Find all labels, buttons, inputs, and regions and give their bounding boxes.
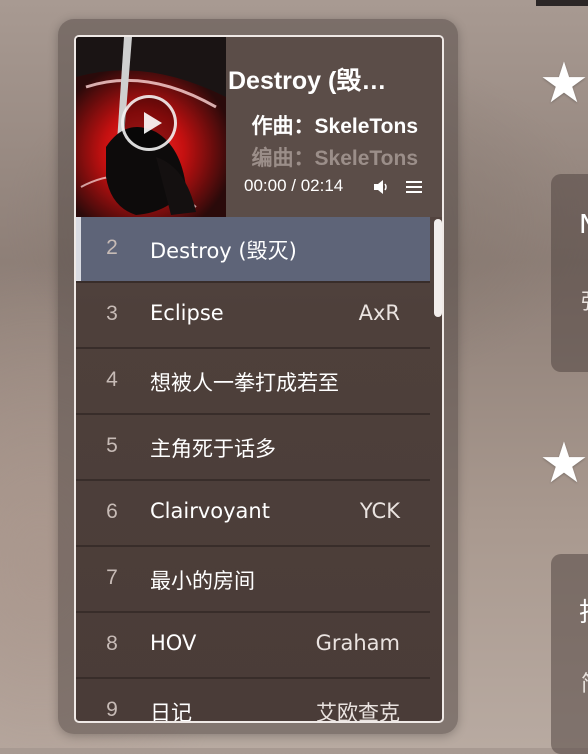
time-display: 00:00 / 02:14 bbox=[244, 176, 344, 195]
track-number: 4 bbox=[106, 368, 118, 391]
track-name: Eclipse bbox=[150, 301, 224, 325]
song-title: Destroy (毁… bbox=[228, 67, 387, 95]
track-name: Clairvoyant bbox=[150, 499, 270, 523]
star-icon[interactable]: ★ bbox=[538, 56, 588, 112]
arranger-label: 编曲：SkeleTons bbox=[251, 147, 418, 170]
album-cover[interactable] bbox=[76, 37, 226, 217]
composer-label: 作曲：SkeleTons bbox=[251, 115, 418, 138]
track-number: 9 bbox=[106, 698, 118, 721]
music-player: Destroy (毁… 作曲：SkeleTons 编曲：SkeleTons 00… bbox=[74, 35, 444, 723]
playlist-scrollbar[interactable] bbox=[434, 219, 442, 317]
side-card-2[interactable]: 找 简 bbox=[551, 554, 588, 754]
now-playing-header: Destroy (毁… 作曲：SkeleTons 编曲：SkeleTons 00… bbox=[76, 37, 442, 217]
track-name: 主角死于话多 bbox=[150, 437, 276, 461]
active-track-marker bbox=[76, 217, 81, 281]
track-row[interactable]: 8 HOV Graham bbox=[76, 613, 430, 679]
play-icon bbox=[144, 112, 162, 134]
side-card-1[interactable]: N 强 bbox=[551, 174, 588, 372]
track-row[interactable]: 4 想被人一拳打成若至 bbox=[76, 349, 430, 415]
track-row[interactable]: 6 Clairvoyant YCK bbox=[76, 481, 430, 547]
play-button[interactable] bbox=[121, 95, 177, 151]
menu-icon[interactable] bbox=[406, 181, 422, 194]
track-name: Destroy (毁灭) bbox=[150, 239, 297, 263]
track-number: 5 bbox=[106, 434, 118, 457]
track-row[interactable]: 5 主角死于话多 bbox=[76, 415, 430, 481]
side-card-text: 强 bbox=[581, 284, 588, 316]
track-name: HOV bbox=[150, 631, 197, 655]
track-row[interactable]: 9 日记 艾欧查克 bbox=[76, 679, 430, 721]
side-card-title: N bbox=[579, 210, 588, 240]
track-artist: AxR bbox=[358, 301, 400, 325]
volume-icon[interactable] bbox=[374, 180, 390, 194]
track-number: 6 bbox=[106, 500, 118, 523]
side-card-text: 简 bbox=[581, 666, 588, 698]
track-number: 2 bbox=[106, 236, 118, 259]
music-player-frame: Destroy (毁… 作曲：SkeleTons 编曲：SkeleTons 00… bbox=[58, 19, 458, 734]
track-row[interactable]: 2 Destroy (毁灭) bbox=[76, 217, 430, 283]
track-artist: 艾欧查克 bbox=[316, 701, 400, 721]
track-artist: Graham bbox=[315, 631, 400, 655]
track-number: 3 bbox=[106, 302, 118, 325]
track-number: 7 bbox=[106, 566, 118, 589]
track-name: 想被人一拳打成若至 bbox=[150, 371, 339, 395]
track-row[interactable]: 7 最小的房间 bbox=[76, 547, 430, 613]
star-icon[interactable]: ★ bbox=[538, 436, 588, 492]
track-number: 8 bbox=[106, 632, 118, 655]
playlist: 2 Destroy (毁灭) 3 Eclipse AxR 4 想被人一拳打成若至 5 主角死于话… bbox=[76, 217, 442, 721]
track-name: 最小的房间 bbox=[150, 569, 255, 593]
track-row[interactable]: 3 Eclipse AxR bbox=[76, 283, 430, 349]
side-card-title: 找 bbox=[579, 592, 588, 629]
track-name: 日记 bbox=[150, 701, 192, 721]
top-strip bbox=[536, 0, 588, 6]
track-artist: YCK bbox=[359, 499, 400, 523]
